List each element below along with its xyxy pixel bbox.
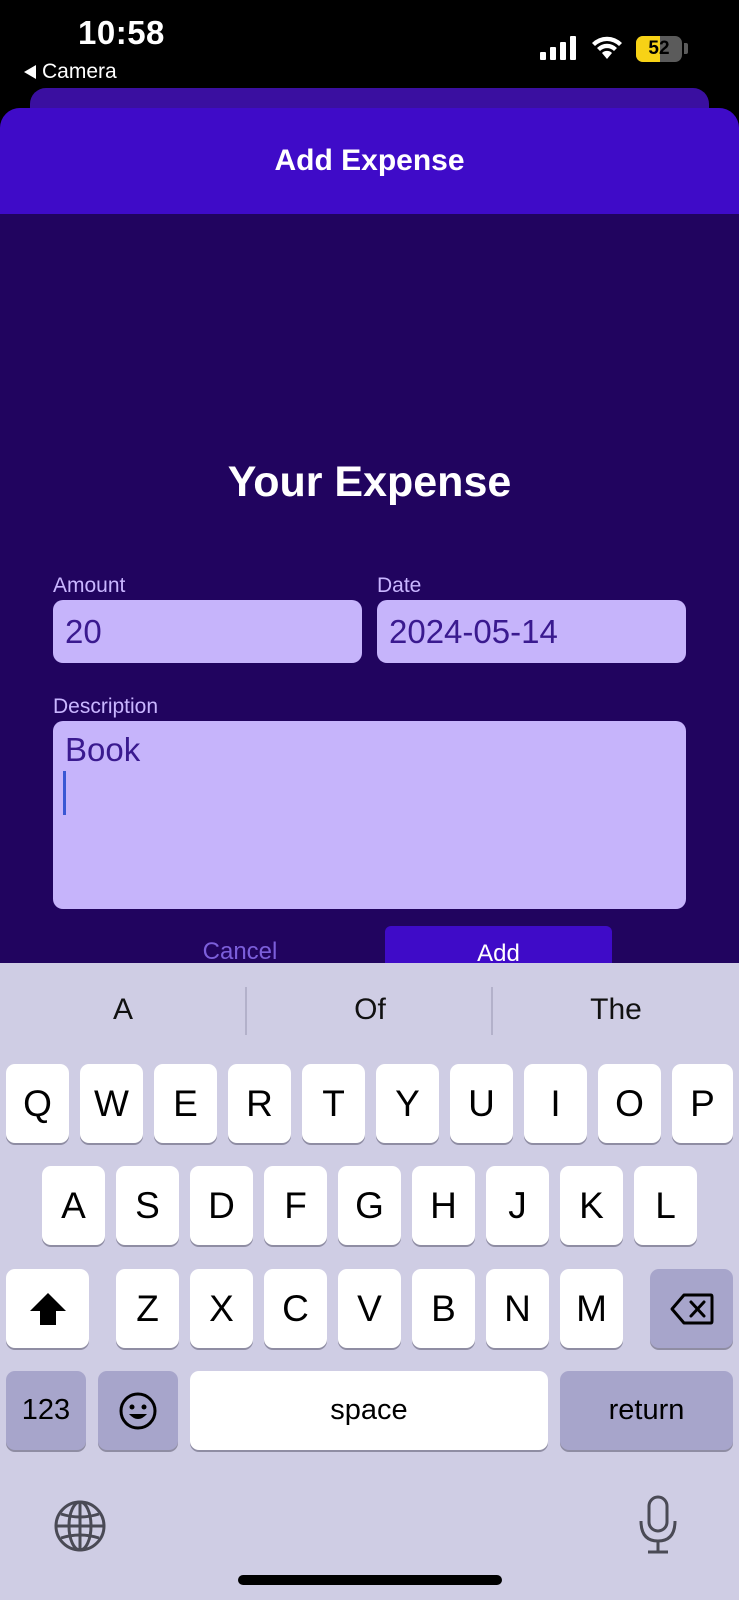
- modal-header: Add Expense: [0, 108, 739, 214]
- home-indicator: [238, 1575, 502, 1585]
- key-x[interactable]: X: [190, 1269, 253, 1348]
- key-k[interactable]: K: [560, 1166, 623, 1245]
- key-v[interactable]: V: [338, 1269, 401, 1348]
- key-r[interactable]: R: [228, 1064, 291, 1143]
- amount-label: Amount: [53, 574, 126, 597]
- suggestion-item[interactable]: Of: [247, 993, 493, 1027]
- backspace-key[interactable]: [650, 1269, 733, 1348]
- text-cursor: [63, 771, 66, 815]
- date-label: Date: [377, 574, 422, 597]
- globe-icon[interactable]: [54, 1500, 106, 1552]
- keyboard: A Of The Q W E R T Y U I O P A S D F G H…: [0, 963, 739, 1600]
- numbers-key[interactable]: 123: [6, 1371, 86, 1450]
- backspace-icon: [670, 1293, 713, 1324]
- key-l[interactable]: L: [634, 1166, 697, 1245]
- modal-title: Add Expense: [274, 144, 465, 177]
- shift-arrow-icon: [29, 1292, 66, 1325]
- section-title: Your Expense: [227, 458, 512, 506]
- suggestion-item[interactable]: A: [0, 993, 246, 1027]
- clock: 10:58: [78, 14, 165, 51]
- status-bar: 10:58 Camera 52: [0, 0, 739, 90]
- return-key[interactable]: return: [560, 1371, 733, 1450]
- key-j[interactable]: J: [486, 1166, 549, 1245]
- description-label: Description: [53, 695, 159, 718]
- key-g[interactable]: G: [338, 1166, 401, 1245]
- key-h[interactable]: H: [412, 1166, 475, 1245]
- suggestion-bar: A Of The: [0, 963, 739, 1063]
- key-m[interactable]: M: [560, 1269, 623, 1348]
- key-a[interactable]: A: [42, 1166, 105, 1245]
- key-i[interactable]: I: [524, 1064, 587, 1143]
- battery-level: 52: [648, 38, 670, 59]
- suggestion-item[interactable]: The: [493, 993, 739, 1027]
- amount-input[interactable]: 20: [53, 600, 362, 663]
- cancel-button[interactable]: Cancel: [170, 924, 310, 965]
- emoji-icon: [119, 1392, 157, 1429]
- key-d[interactable]: D: [190, 1166, 253, 1245]
- battery-tip: [684, 43, 688, 54]
- key-o[interactable]: O: [598, 1064, 661, 1143]
- battery-icon: 52: [636, 36, 682, 62]
- key-y[interactable]: Y: [376, 1064, 439, 1143]
- description-textarea[interactable]: Book: [53, 721, 686, 909]
- back-arrow-icon: [24, 65, 36, 79]
- key-f[interactable]: F: [264, 1166, 327, 1245]
- key-s[interactable]: S: [116, 1166, 179, 1245]
- microphone-icon[interactable]: [636, 1495, 680, 1555]
- back-app-label: Camera: [42, 60, 117, 83]
- back-to-camera-link[interactable]: Camera: [24, 60, 117, 84]
- wifi-icon: [592, 36, 622, 59]
- key-u[interactable]: U: [450, 1064, 513, 1143]
- key-w[interactable]: W: [80, 1064, 143, 1143]
- description-text: Book: [65, 731, 141, 768]
- key-p[interactable]: P: [672, 1064, 733, 1143]
- shift-key[interactable]: [6, 1269, 89, 1348]
- key-n[interactable]: N: [486, 1269, 549, 1348]
- key-z[interactable]: Z: [116, 1269, 179, 1348]
- cellular-signal-icon: [540, 36, 576, 60]
- key-b[interactable]: B: [412, 1269, 475, 1348]
- key-e[interactable]: E: [154, 1064, 217, 1143]
- key-c[interactable]: C: [264, 1269, 327, 1348]
- date-input[interactable]: 2024-05-14: [377, 600, 686, 663]
- key-q[interactable]: Q: [6, 1064, 69, 1143]
- space-key[interactable]: space: [190, 1371, 548, 1450]
- emoji-key[interactable]: [98, 1371, 178, 1450]
- key-t[interactable]: T: [302, 1064, 365, 1143]
